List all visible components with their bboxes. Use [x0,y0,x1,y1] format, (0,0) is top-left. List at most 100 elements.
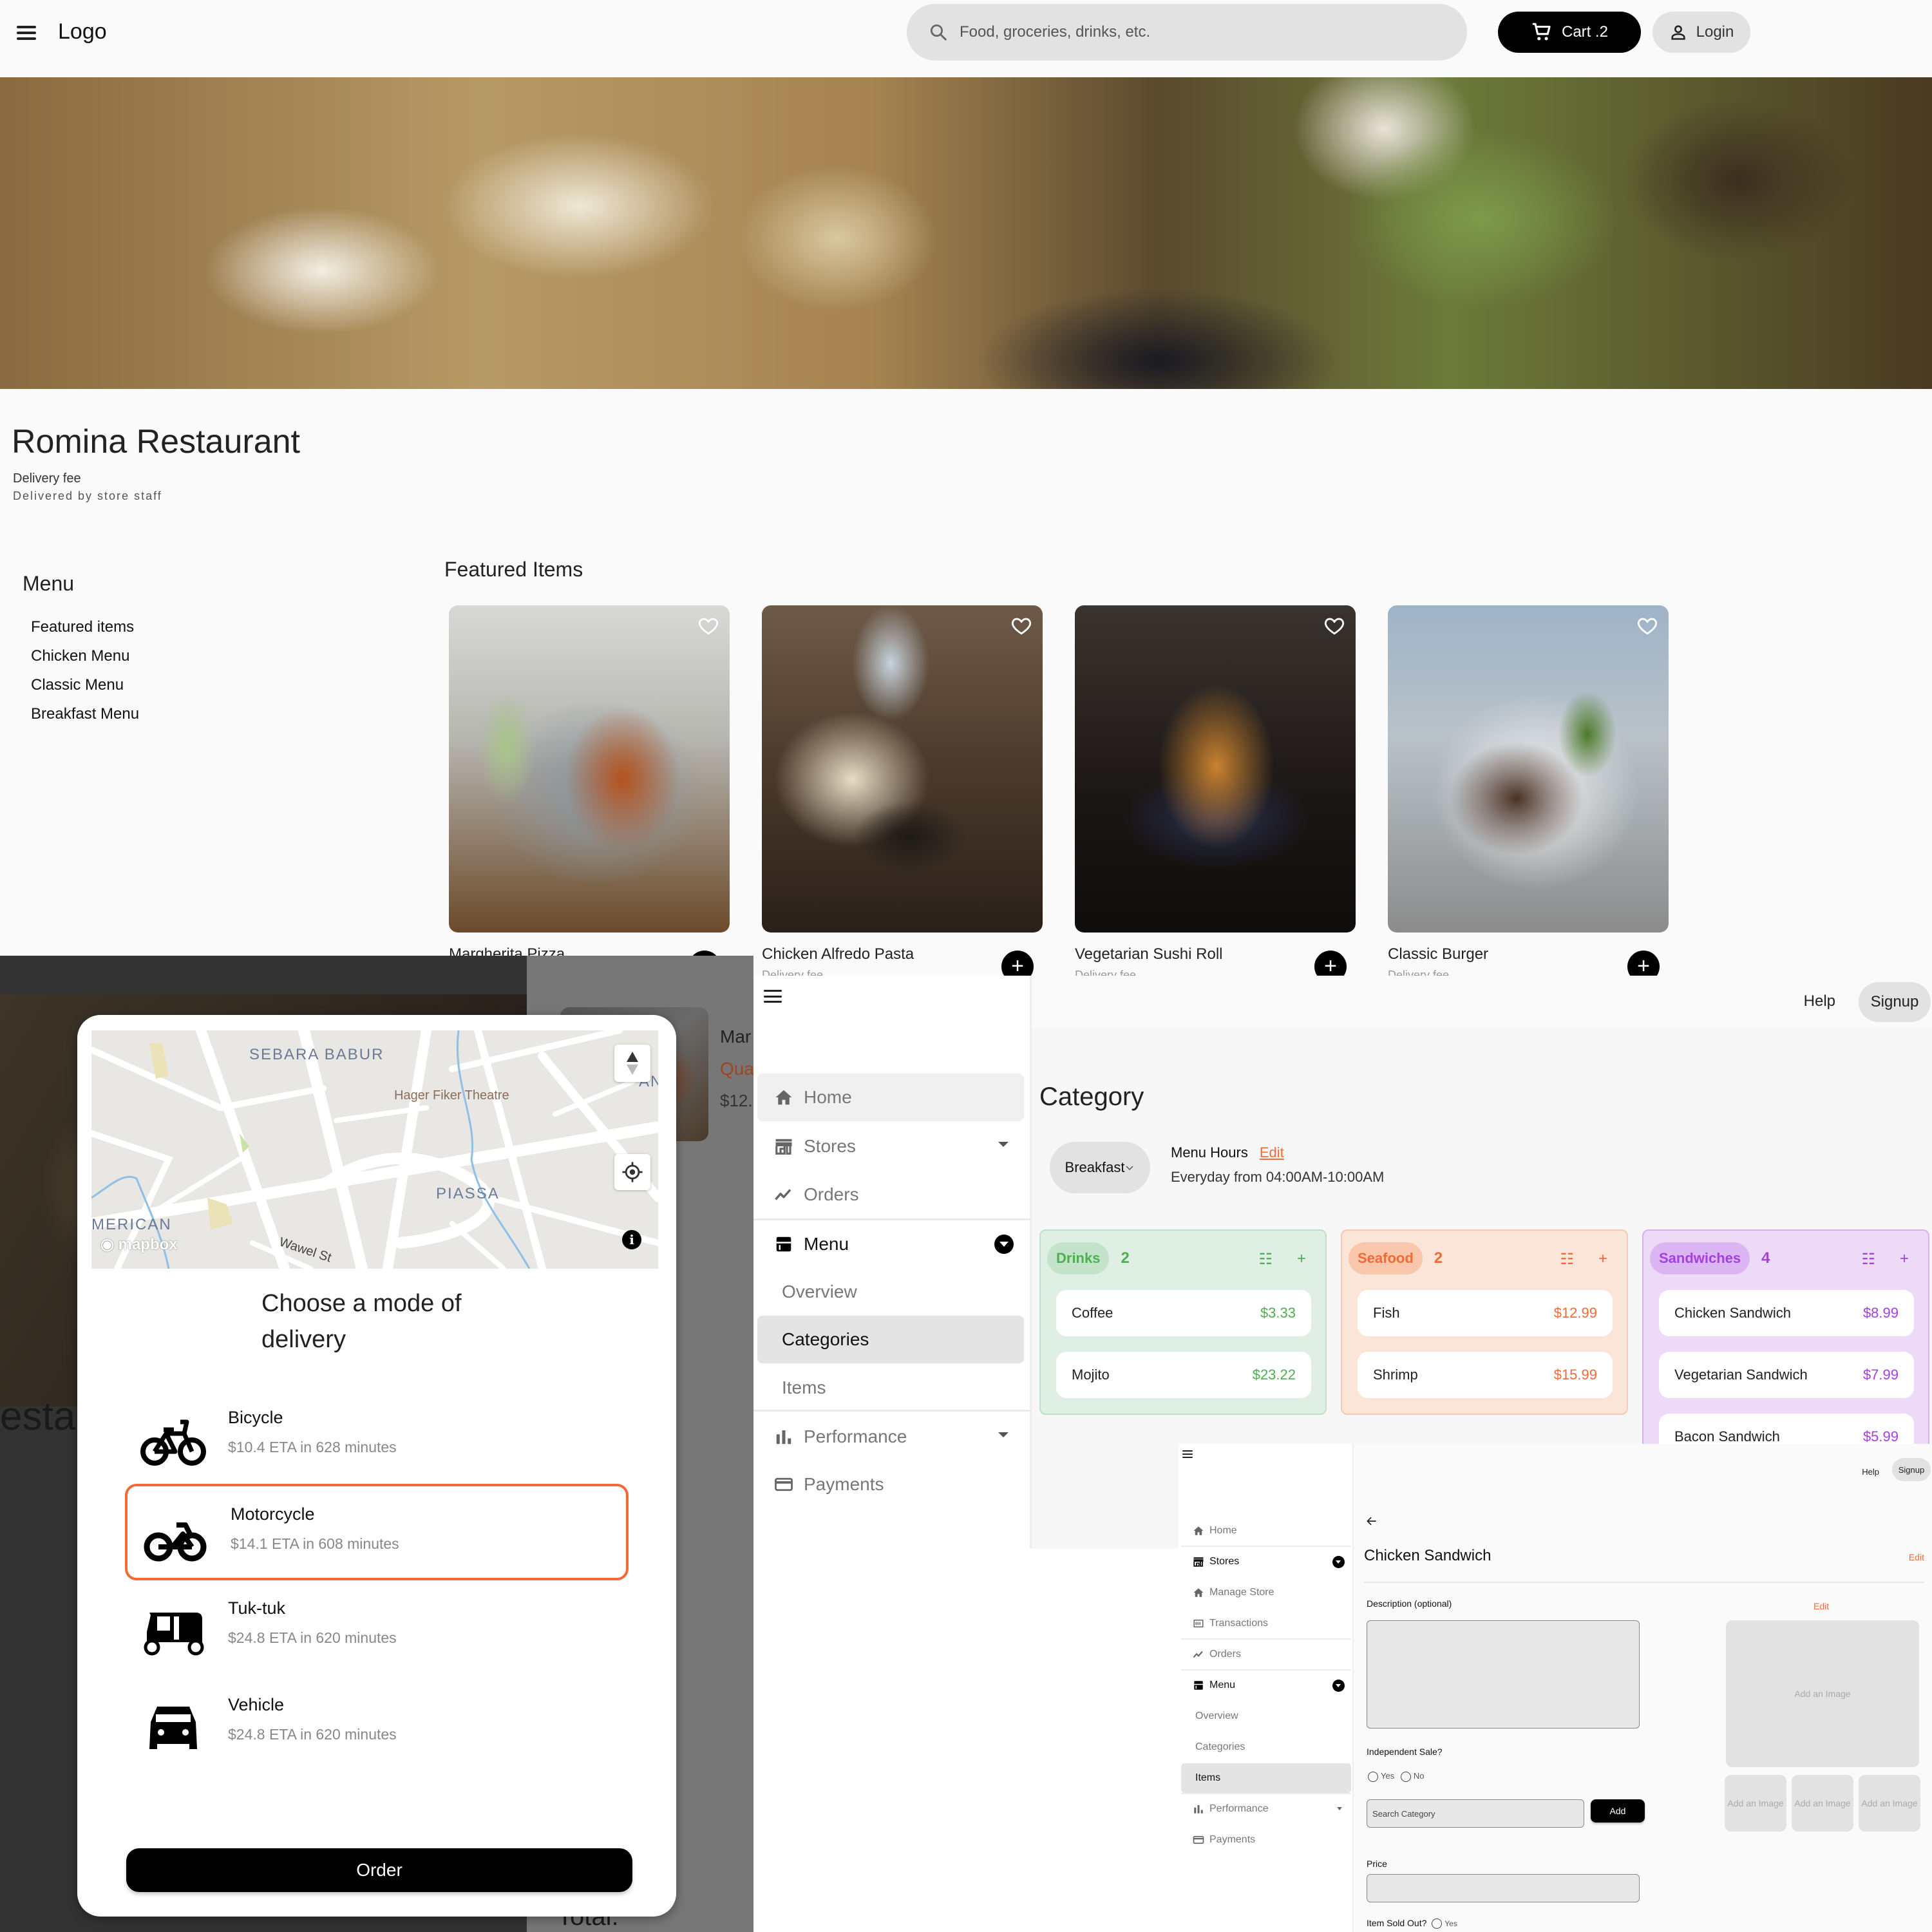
sidebar-item-payments[interactable]: Payments [1181,1825,1351,1855]
dimmed-overlay [0,956,527,997]
delivery-option-vehicle[interactable]: Vehicle $24.8 ETA in 620 minutes [125,1677,629,1774]
menu-category-list: Featured items Chicken Menu Classic Menu… [31,618,139,734]
sidebar-item-label: Overview [782,1282,857,1302]
order-button[interactable]: Order [126,1848,632,1892]
radio-yes[interactable] [1368,1771,1378,1782]
heart-icon[interactable] [1323,614,1345,636]
sidebar-item-orders[interactable]: Orders [757,1171,1024,1218]
heart-icon[interactable] [1010,614,1032,636]
category-item[interactable]: Coffee $3.33 [1056,1290,1311,1336]
edit-images-link[interactable]: Edit [1814,1601,1829,1611]
menu-selector-dropdown[interactable]: Breakfast [1050,1142,1150,1193]
item-name: Vegetarian Sandwich [1674,1367,1808,1383]
filter-sliders-icon[interactable]: ☷ [1258,1250,1273,1269]
sidebar-item-items[interactable]: Items [1181,1763,1351,1793]
menu-hours-row: Menu Hours Edit [1171,1144,1284,1161]
cart-icon [1532,23,1551,41]
home-icon [1193,1526,1204,1535]
heart-icon[interactable] [1636,614,1658,636]
logo[interactable]: Logo [58,19,107,44]
add-icon[interactable]: + [1598,1250,1607,1269]
signup-button[interactable]: Signup [1859,982,1931,1022]
delivery-option-bicycle[interactable]: Bicycle $10.4 ETA in 628 minutes [125,1390,629,1486]
help-link[interactable]: Help [1804,992,1835,1010]
search-category-input[interactable]: Search Category [1367,1799,1584,1828]
category-item[interactable]: Bacon Sandwich $5.99 [1659,1414,1914,1448]
delivery-option-tuktuk[interactable]: Tuk-tuk $24.8 ETA in 620 minutes [125,1580,629,1677]
sidebar-item-categories[interactable]: Categories [757,1316,1024,1363]
sidebar-item-payments[interactable]: Payments [757,1461,1024,1508]
help-link[interactable]: Help [1862,1467,1879,1477]
delivery-option-motorcycle[interactable]: Motorcycle $14.1 ETA in 608 minutes [125,1484,629,1580]
add-to-cart-button[interactable]: + [1314,951,1347,976]
category-item[interactable]: Chicken Sandwich $8.99 [1659,1290,1914,1336]
category-name[interactable]: Seafood [1349,1242,1423,1274]
sidebar-item-performance[interactable]: Performance [757,1413,1024,1461]
add-to-cart-button[interactable]: + [1627,951,1660,976]
menu-link-featured[interactable]: Featured items [31,618,139,647]
geolocate-button[interactable] [614,1154,650,1190]
add-to-cart-button[interactable]: + [1001,951,1034,976]
cart-button[interactable]: Cart .2 [1498,12,1641,53]
filter-sliders-icon[interactable]: ☷ [1560,1250,1574,1269]
featured-item-card[interactable]: Vegetarian Sushi Roll Delivery fee + [1075,605,1356,976]
user-icon [1671,25,1685,40]
sidebar-item-label: Performance [1209,1803,1269,1814]
hamburger-menu-icon[interactable] [764,990,782,1003]
delivery-map[interactable]: SEBARA BABUR Hager Fiker Theatre PIASSA … [91,1030,658,1269]
sidebar-item-menu[interactable]: Menu [757,1220,1024,1268]
sidebar-item-stores[interactable]: Stores [757,1122,1024,1170]
compass-button[interactable] [614,1045,650,1082]
info-icon[interactable]: i [622,1230,641,1249]
sidebar-item-overview[interactable]: Overview [757,1268,1024,1316]
category-item[interactable]: Fish $12.99 [1358,1290,1613,1336]
add-image-slot[interactable]: Add an Image [1725,1775,1786,1832]
heart-icon[interactable] [697,614,719,636]
sidebar-item-stores[interactable]: Stores [1181,1547,1351,1577]
price-input[interactable] [1367,1874,1640,1902]
add-image-slot[interactable]: Add an Image [1792,1775,1853,1832]
description-textarea[interactable] [1367,1620,1640,1728]
search-bar[interactable]: Food, groceries, drinks, etc. [907,4,1467,61]
add-image-slot[interactable]: Add an Image [1859,1775,1920,1832]
sidebar-item-home[interactable]: Home [1181,1516,1351,1546]
menu-link-chicken[interactable]: Chicken Menu [31,647,139,676]
signup-button[interactable]: Signup [1892,1458,1931,1481]
category-item[interactable]: Shrimp $15.99 [1358,1352,1613,1398]
delivery-mode-screen: Mar Qua $12.9 esta Total: [0,956,753,1932]
add-category-button[interactable]: Add [1591,1799,1645,1823]
menu-link-classic[interactable]: Classic Menu [31,676,139,705]
category-item[interactable]: Vegetarian Sandwich $7.99 [1659,1352,1914,1398]
category-item[interactable]: Mojito $23.22 [1056,1352,1311,1398]
add-icon[interactable]: + [1297,1250,1306,1269]
mapbox-attribution[interactable]: ◉ mapbox [100,1235,178,1254]
sidebar-item-orders[interactable]: Orders [1181,1640,1351,1669]
sidebar-item-items[interactable]: Items [757,1364,1024,1412]
featured-item-card[interactable]: Margherita Pizza Delivery fee + [449,605,730,976]
sidebar-item-performance[interactable]: Performance [1181,1794,1351,1824]
add-main-image-button[interactable]: Add an Image [1726,1620,1919,1767]
sidebar-item-manage-store[interactable]: Manage Store [1181,1578,1351,1607]
search-input[interactable]: Food, groceries, drinks, etc. [960,23,1150,41]
sidebar-item-transactions[interactable]: Transactions [1181,1609,1351,1638]
sidebar-item-overview[interactable]: Overview [1181,1701,1351,1731]
sidebar-item-home[interactable]: Home [757,1074,1024,1121]
hamburger-menu-icon[interactable] [1182,1450,1193,1458]
category-name[interactable]: Drinks [1047,1242,1110,1274]
category-name[interactable]: Sandwiches [1650,1242,1750,1274]
login-button[interactable]: Login [1653,12,1750,53]
back-arrow-icon[interactable] [1365,1515,1378,1528]
featured-item-card[interactable]: Classic Burger Delivery fee + [1388,605,1669,976]
add-icon[interactable]: + [1900,1250,1909,1269]
edit-item-link[interactable]: Edit [1909,1552,1924,1562]
menu-link-breakfast[interactable]: Breakfast Menu [31,705,139,734]
sold-out-radio-yes[interactable] [1432,1918,1443,1929]
filter-sliders-icon[interactable]: ☷ [1861,1250,1875,1269]
featured-item-card[interactable]: Chicken Alfredo Pasta Delivery fee + [762,605,1043,976]
item-name: Chicken Sandwich [1674,1305,1791,1321]
sidebar-item-categories[interactable]: Categories [1181,1732,1351,1762]
hamburger-menu-icon[interactable] [17,26,36,40]
sidebar-item-menu[interactable]: Menu [1181,1671,1351,1700]
edit-menu-hours-link[interactable]: Edit [1260,1144,1284,1160]
radio-no[interactable] [1400,1771,1411,1782]
